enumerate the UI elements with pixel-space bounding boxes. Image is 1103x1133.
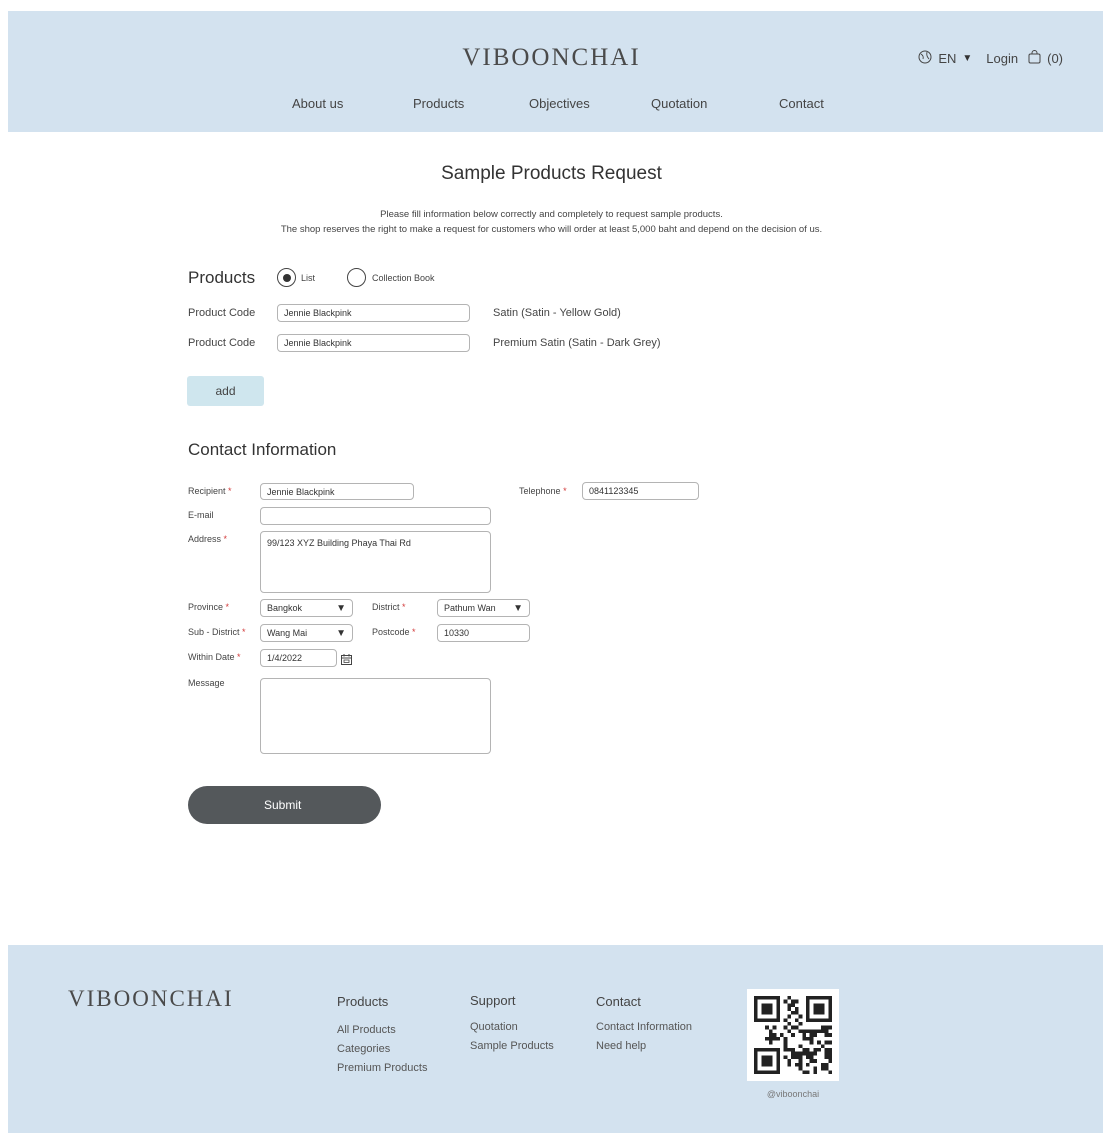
nav-contact[interactable]: Contact [779, 96, 824, 111]
radio-list-label: List [301, 273, 316, 283]
message-textarea[interactable] [260, 678, 491, 754]
qr-code-image [754, 996, 832, 1074]
recipient-label: Recipient * [188, 486, 232, 496]
qr-handle: @viboonchai [766, 1089, 820, 1099]
radio-collection-book-label: Collection Book [372, 273, 435, 283]
product-description: Premium Satin (Satin - Dark Grey) [493, 337, 661, 349]
footer-products-links: All Products Categories Premium Products [337, 1021, 427, 1078]
add-product-button[interactable]: add [187, 376, 264, 406]
product-code-input[interactable]: Jennie Blackpink [277, 334, 470, 352]
footer-link-need-help[interactable]: Need help [596, 1037, 692, 1056]
footer-products-heading: Products [337, 994, 389, 1009]
message-label: Message [188, 678, 225, 688]
radio-list[interactable] [277, 268, 296, 287]
radio-collection-book[interactable] [347, 268, 366, 287]
page-title: Sample Products Request [441, 163, 662, 184]
cart-count[interactable]: (0) [1047, 51, 1063, 66]
product-code-label: Product Code [188, 337, 256, 349]
product-code-input[interactable]: Jennie Blackpink [277, 304, 470, 322]
product-description: Satin (Satin - Yellow Gold) [493, 307, 621, 319]
footer-support-heading: Support [470, 993, 516, 1008]
chevron-down-icon: ▼ [336, 627, 346, 639]
telephone-label: Telephone * [519, 486, 567, 496]
footer-link-sample-products[interactable]: Sample Products [470, 1037, 554, 1056]
email-label: E-mail [188, 510, 214, 520]
chevron-down-icon: ▼ [336, 602, 346, 614]
chevron-down-icon[interactable]: ▼ [962, 53, 972, 64]
calendar-icon[interactable] [341, 652, 352, 670]
nav-quotation[interactable]: Quotation [651, 96, 707, 111]
address-textarea[interactable]: 99/123 XYZ Building Phaya Thai Rd [260, 531, 491, 593]
footer-link-quotation[interactable]: Quotation [470, 1018, 554, 1037]
nav-products[interactable]: Products [413, 96, 464, 111]
nav-objectives[interactable]: Objectives [529, 96, 590, 111]
chevron-down-icon: ▼ [513, 602, 523, 614]
subdistrict-label: Sub - District * [188, 627, 246, 637]
footer-contact-heading: Contact [596, 994, 641, 1009]
radio-selected-dot [282, 273, 291, 282]
footer-support-links: Quotation Sample Products [470, 1018, 554, 1056]
province-label: Province * [188, 602, 230, 612]
within-date-label: Within Date * [188, 652, 241, 662]
contact-heading: Contact Information [188, 440, 337, 459]
telephone-input[interactable]: 0841123345 [582, 482, 699, 500]
site-footer [8, 945, 1103, 1133]
footer-link-categories[interactable]: Categories [337, 1040, 427, 1059]
cart-icon[interactable] [1028, 50, 1041, 67]
footer-contact-links: Contact Information Need help [596, 1018, 692, 1056]
district-select[interactable]: Pathum Wan ▼ [437, 599, 530, 617]
products-heading: Products [188, 268, 256, 287]
subdistrict-value: Wang Mai [267, 628, 308, 638]
within-date-input[interactable]: 1/4/2022 [260, 649, 337, 667]
intro-line-1: Please fill information below correctly … [380, 209, 723, 220]
footer-link-contact-information[interactable]: Contact Information [596, 1018, 692, 1037]
nav-about-us[interactable]: About us [292, 96, 343, 111]
header-utilities: EN ▼ Login (0) [918, 50, 1063, 67]
postcode-label: Postcode * [372, 627, 416, 637]
submit-button[interactable]: Submit [188, 786, 381, 824]
product-code-label: Product Code [188, 307, 256, 319]
email-input[interactable] [260, 507, 491, 525]
globe-icon[interactable] [918, 50, 932, 67]
footer-link-all-products[interactable]: All Products [337, 1021, 427, 1040]
recipient-input[interactable]: Jennie Blackpink [260, 483, 414, 500]
district-label: District * [372, 602, 406, 612]
province-value: Bangkok [267, 603, 303, 613]
footer-link-premium-products[interactable]: Premium Products [337, 1059, 427, 1078]
subdistrict-select[interactable]: Wang Mai ▼ [260, 624, 353, 642]
postcode-input[interactable]: 10330 [437, 624, 530, 642]
language-selector[interactable]: EN [938, 51, 956, 66]
district-value: Pathum Wan [444, 603, 496, 613]
qr-code [747, 989, 839, 1081]
login-link[interactable]: Login [986, 51, 1018, 66]
intro-line-2: The shop reserves the right to make a re… [280, 224, 823, 235]
province-select[interactable]: Bangkok ▼ [260, 599, 353, 617]
address-label: Address * [188, 534, 228, 544]
footer-logo[interactable]: VIBOONCHAI [68, 986, 234, 1012]
